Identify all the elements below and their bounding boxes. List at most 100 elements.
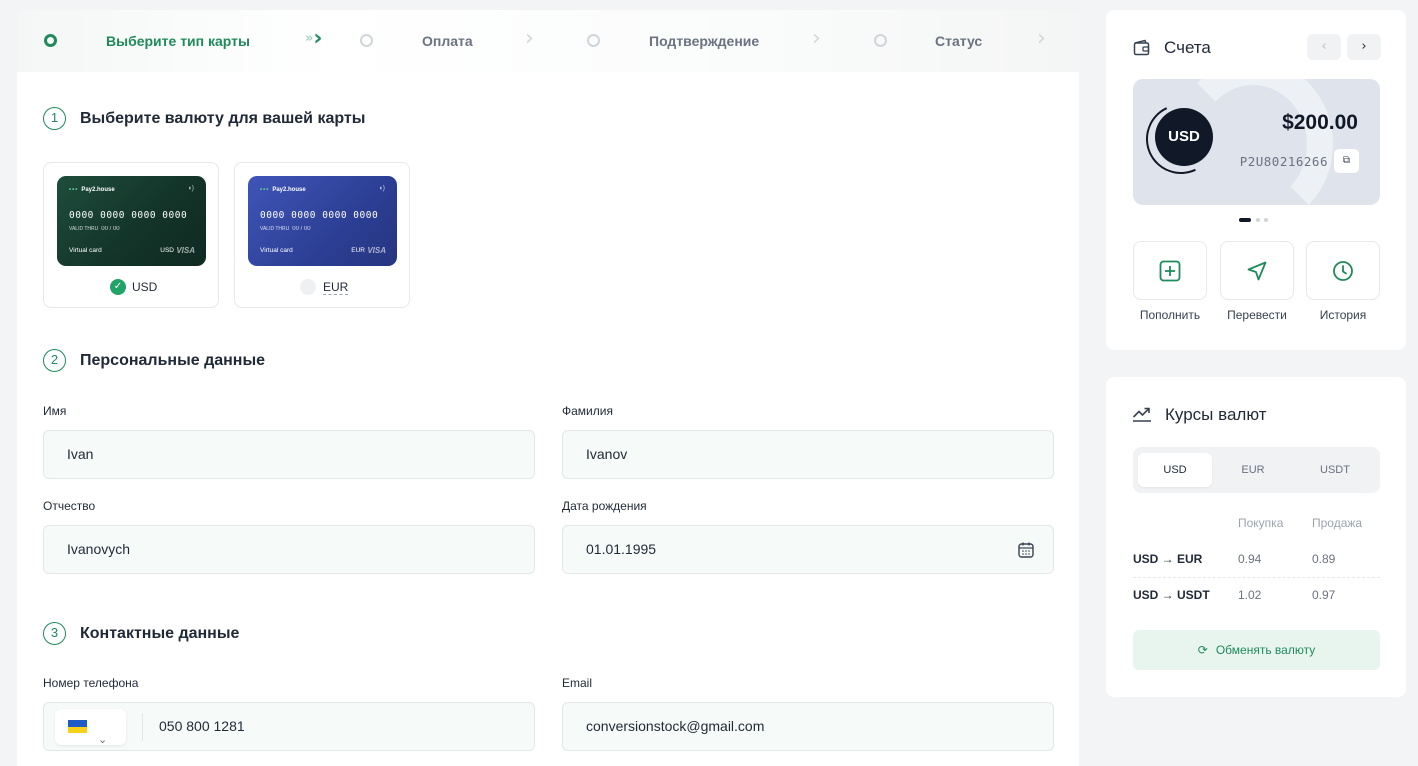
column-sell: Продажа <box>1312 516 1363 530</box>
history-label[interactable]: История <box>1298 308 1388 322</box>
card-number: 0000 0000 0000 0000 <box>69 210 188 221</box>
top-up-button[interactable] <box>1133 241 1207 300</box>
ukraine-flag-icon <box>68 720 87 733</box>
step-indicator-3 <box>587 34 600 47</box>
step-label-payment[interactable]: Оплата <box>422 33 473 49</box>
section-title-personal: Персональные данные <box>80 352 266 369</box>
first-name-label: Имя <box>43 404 67 418</box>
card-order-form: Выберите тип карты »› Оплата › Подтвержд… <box>17 10 1079 766</box>
email-label: Email <box>562 676 593 690</box>
currency-option-usd[interactable]: ••• Pay2.house ◖) 0000 0000 0000 0000 VAL… <box>43 162 219 308</box>
exchange-currency-button[interactable]: ⟳ Обменять валюту <box>1133 630 1380 670</box>
card-currency: EUR <box>351 247 365 254</box>
column-buy: Покупка <box>1238 516 1284 530</box>
rate-sell: 0.97 <box>1312 588 1336 602</box>
birth-date-label: Дата рождения <box>562 499 647 513</box>
chevron-right-icon: »› <box>305 26 323 51</box>
section-title-currency: Выберите валюту для вашей карты <box>80 110 366 127</box>
wallet-icon <box>1133 39 1150 56</box>
step-label-card-type[interactable]: Выберите тип карты <box>106 33 250 49</box>
last-name-label: Фамилия <box>562 404 613 418</box>
account-balance: $200.00 <box>1282 111 1358 134</box>
clock-icon <box>1333 261 1353 281</box>
carousel-dot[interactable] <box>1264 218 1268 222</box>
divider <box>1133 577 1380 578</box>
radio-unselected[interactable] <box>300 279 316 295</box>
visa-logo: VISA <box>367 246 386 255</box>
middle-name-label: Отчество <box>43 499 96 513</box>
virtual-card-preview-usd: ••• Pay2.house ◖) 0000 0000 0000 0000 VAL… <box>57 176 206 266</box>
copy-icon[interactable]: ⧉ <box>1334 149 1359 173</box>
chevron-left-icon[interactable]: ‹ <box>1307 34 1341 60</box>
virtual-card-preview-eur: ••• Pay2.house ◖) 0000 0000 0000 0000 VAL… <box>248 176 397 266</box>
tab-usdt[interactable]: USDT <box>1298 453 1372 487</box>
calendar-icon[interactable] <box>1017 541 1035 559</box>
divider <box>142 713 143 741</box>
refresh-icon: ⟳ <box>1197 643 1208 657</box>
card-brand: Pay2.house <box>81 187 115 193</box>
account-card[interactable]: USD $200.00 P2U80216266 ⧉ <box>1133 79 1380 205</box>
plus-square-icon <box>1159 260 1181 282</box>
card-currency: USD <box>160 247 174 254</box>
carousel-dot[interactable] <box>1256 218 1260 222</box>
phone-input[interactable]: ⌄ 050 800 1281 <box>43 702 535 751</box>
rate-sell: 0.89 <box>1312 552 1336 566</box>
step-label-confirmation[interactable]: Подтверждение <box>649 33 759 49</box>
card-type: Virtual card <box>69 247 102 254</box>
contactless-icon: ◖) <box>187 185 194 192</box>
currency-tabs: USD EUR USDT <box>1133 447 1380 493</box>
card-number: 0000 0000 0000 0000 <box>260 210 379 221</box>
step-indicator-4 <box>874 34 887 47</box>
trending-up-icon <box>1132 407 1151 422</box>
currency-label-eur: EUR <box>323 280 349 295</box>
tab-usd[interactable]: USD <box>1138 453 1212 487</box>
last-name-input[interactable]: Ivanov <box>562 430 1054 479</box>
section-title-contact: Контактные данные <box>80 625 240 642</box>
chevron-down-icon: ⌄ <box>98 734 108 746</box>
phone-label: Номер телефона <box>43 676 139 690</box>
transfer-label[interactable]: Перевести <box>1212 308 1302 322</box>
contactless-icon: ◖) <box>378 185 385 192</box>
account-number: P2U80216266 <box>1239 154 1328 169</box>
card-brand: Pay2.house <box>272 187 306 193</box>
rate-buy: 0.94 <box>1238 552 1262 566</box>
rate-pair: USD → EUR <box>1133 552 1203 566</box>
valid-thru-value: 00 / 00 <box>101 226 120 232</box>
top-up-label[interactable]: Пополнить <box>1125 308 1215 322</box>
check-icon[interactable]: ✓ <box>110 279 126 295</box>
first-name-input[interactable]: Ivan <box>43 430 535 479</box>
carousel-dot-active[interactable] <box>1239 218 1251 222</box>
valid-thru-label: VALID THRU <box>260 226 290 232</box>
section-number-3: 3 <box>43 622 66 645</box>
country-code-select[interactable]: ⌄ <box>55 709 126 746</box>
exchange-label: Обменять валюту <box>1215 643 1316 657</box>
rate-pair: USD → USDT <box>1133 588 1210 602</box>
currency-option-eur[interactable]: ••• Pay2.house ◖) 0000 0000 0000 0000 VAL… <box>234 162 410 308</box>
valid-thru-label: VALID THRU <box>69 226 99 232</box>
section-number-1: 1 <box>43 107 66 130</box>
accounts-panel: Счета ‹ › USD $200.00 P2U80216266 ⧉ Попо… <box>1106 10 1406 350</box>
card-type: Virtual card <box>260 247 293 254</box>
tab-eur[interactable]: EUR <box>1216 453 1290 487</box>
step-indicator-2 <box>360 34 373 47</box>
history-button[interactable] <box>1306 241 1380 300</box>
middle-name-input[interactable]: Ivanovych <box>43 525 535 574</box>
email-input[interactable]: conversionstock@gmail.com <box>562 702 1054 751</box>
step-indicator-1 <box>44 34 57 47</box>
valid-thru-value: 00 / 00 <box>292 226 311 232</box>
stepper: Выберите тип карты »› Оплата › Подтвержд… <box>17 10 1079 72</box>
currency-badge: USD <box>1155 108 1213 166</box>
visa-logo: VISA <box>176 246 195 255</box>
currency-label-usd: USD <box>132 280 158 294</box>
rate-buy: 1.02 <box>1238 588 1262 602</box>
section-number-2: 2 <box>43 349 66 372</box>
chevron-right-icon: › <box>812 26 821 51</box>
step-label-status[interactable]: Статус <box>935 33 982 49</box>
transfer-button[interactable] <box>1220 241 1294 300</box>
birth-date-input[interactable]: 01.01.1995 <box>562 525 1054 574</box>
send-icon <box>1247 261 1267 281</box>
rates-title: Курсы валют <box>1165 405 1267 424</box>
accounts-title: Счета <box>1164 38 1211 57</box>
chevron-right-icon[interactable]: › <box>1347 34 1381 60</box>
exchange-rates-panel: Курсы валют USD EUR USDT Покупка Продажа… <box>1106 377 1406 697</box>
